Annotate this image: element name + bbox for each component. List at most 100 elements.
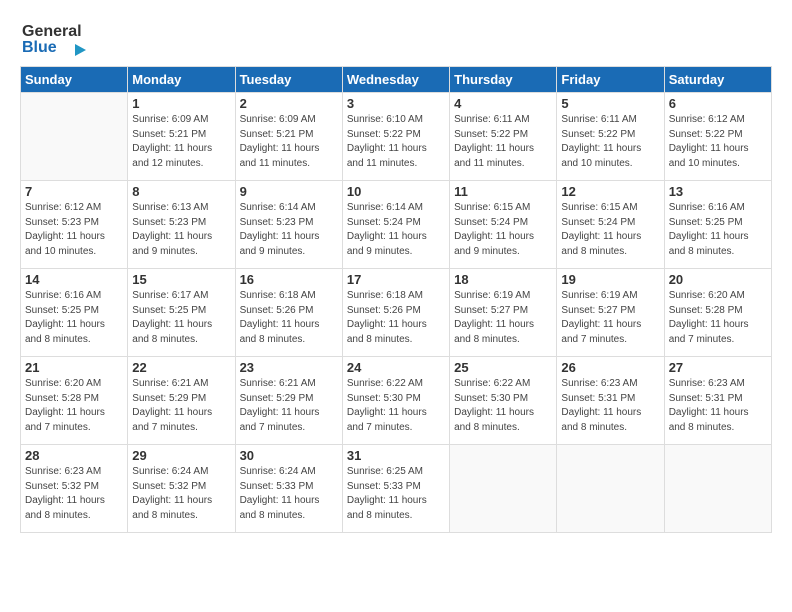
day-number: 29: [132, 448, 230, 463]
week-row-3: 14 Sunrise: 6:16 AMSunset: 5:25 PMDayligh…: [21, 269, 772, 357]
day-number: 18: [454, 272, 552, 287]
svg-text:Blue: Blue: [22, 39, 57, 56]
day-info: Sunrise: 6:11 AMSunset: 5:22 PMDaylight:…: [454, 113, 552, 171]
week-row-1: 1 Sunrise: 6:09 AMSunset: 5:21 PMDaylight…: [21, 93, 772, 181]
calendar-cell: 11Sunrise: 6:15 AMSunset: 5:24 PMDayligh…: [450, 181, 557, 269]
weekday-header-sunday: Sunday: [21, 67, 128, 93]
calendar-header: SundayMondayTuesdayWednesdayThursdayFrid…: [21, 67, 772, 93]
weekday-header-thursday: Thursday: [450, 67, 557, 93]
calendar-cell: 9 Sunrise: 6:14 AMSunset: 5:23 PMDaylight…: [235, 181, 342, 269]
day-info: Sunrise: 6:18 AMSunset: 5:26 PMDaylight:…: [240, 289, 338, 347]
day-info: Sunrise: 6:22 AMSunset: 5:30 PMDaylight:…: [454, 377, 552, 435]
logo: General Blue: [20, 16, 90, 58]
day-info: Sunrise: 6:23 AMSunset: 5:31 PMDaylight:…: [561, 377, 659, 435]
week-row-4: 21 Sunrise: 6:20 AMSunset: 5:28 PMDayligh…: [21, 357, 772, 445]
calendar-cell: 19 Sunrise: 6:19 AMSunset: 5:27 PMDayligh…: [557, 269, 664, 357]
calendar-cell: 18 Sunrise: 6:19 AMSunset: 5:27 PMDayligh…: [450, 269, 557, 357]
day-info: Sunrise: 6:17 AMSunset: 5:25 PMDaylight:…: [132, 289, 230, 347]
day-info: Sunrise: 6:19 AMSunset: 5:27 PMDaylight:…: [561, 289, 659, 347]
day-info: Sunrise: 6:18 AMSunset: 5:26 PMDaylight:…: [347, 289, 445, 347]
calendar-cell: 28Sunrise: 6:23 AMSunset: 5:32 PMDayligh…: [21, 445, 128, 533]
calendar-cell: 13 Sunrise: 6:16 AMSunset: 5:25 PMDayligh…: [664, 181, 771, 269]
calendar-cell: [664, 445, 771, 533]
day-number: 20: [669, 272, 767, 287]
day-info: Sunrise: 6:20 AMSunset: 5:28 PMDaylight:…: [25, 377, 123, 435]
day-number: 4: [454, 96, 552, 111]
page: General Blue SundayMondayTuesdayWednesda…: [0, 0, 792, 612]
day-number: 23: [240, 360, 338, 375]
weekday-header-wednesday: Wednesday: [342, 67, 449, 93]
day-info: Sunrise: 6:23 AMSunset: 5:31 PMDaylight:…: [669, 377, 767, 435]
header: General Blue: [20, 16, 772, 58]
day-number: 9: [240, 184, 338, 199]
day-number: 17: [347, 272, 445, 287]
day-number: 14: [25, 272, 123, 287]
day-number: 31: [347, 448, 445, 463]
calendar-cell: 15Sunrise: 6:17 AMSunset: 5:25 PMDayligh…: [128, 269, 235, 357]
calendar-cell: [21, 93, 128, 181]
weekday-header-saturday: Saturday: [664, 67, 771, 93]
calendar-cell: 31 Sunrise: 6:25 AMSunset: 5:33 PMDayligh…: [342, 445, 449, 533]
day-info: Sunrise: 6:10 AMSunset: 5:22 PMDaylight:…: [347, 113, 445, 171]
day-number: 10: [347, 184, 445, 199]
day-number: 27: [669, 360, 767, 375]
calendar-cell: 5Sunrise: 6:11 AMSunset: 5:22 PMDaylight…: [557, 93, 664, 181]
weekday-header-friday: Friday: [557, 67, 664, 93]
day-info: Sunrise: 6:19 AMSunset: 5:27 PMDaylight:…: [454, 289, 552, 347]
day-number: 25: [454, 360, 552, 375]
day-number: 24: [347, 360, 445, 375]
day-number: 13: [669, 184, 767, 199]
day-number: 16: [240, 272, 338, 287]
day-number: 8: [132, 184, 230, 199]
day-number: 30: [240, 448, 338, 463]
calendar-cell: 14 Sunrise: 6:16 AMSunset: 5:25 PMDayligh…: [21, 269, 128, 357]
day-info: Sunrise: 6:14 AMSunset: 5:23 PMDaylight:…: [240, 201, 338, 259]
day-number: 12: [561, 184, 659, 199]
calendar-cell: 27 Sunrise: 6:23 AMSunset: 5:31 PMDayligh…: [664, 357, 771, 445]
calendar-cell: 24Sunrise: 6:22 AMSunset: 5:30 PMDayligh…: [342, 357, 449, 445]
day-info: Sunrise: 6:09 AMSunset: 5:21 PMDaylight:…: [132, 113, 230, 171]
weekday-header-tuesday: Tuesday: [235, 67, 342, 93]
day-number: 3: [347, 96, 445, 111]
day-info: Sunrise: 6:16 AMSunset: 5:25 PMDaylight:…: [25, 289, 123, 347]
svg-text:General: General: [22, 23, 82, 40]
day-info: Sunrise: 6:12 AMSunset: 5:22 PMDaylight:…: [669, 113, 767, 171]
day-number: 6: [669, 96, 767, 111]
calendar-cell: 29 Sunrise: 6:24 AMSunset: 5:32 PMDayligh…: [128, 445, 235, 533]
calendar-cell: 1 Sunrise: 6:09 AMSunset: 5:21 PMDaylight…: [128, 93, 235, 181]
day-number: 28: [25, 448, 123, 463]
calendar-cell: 8 Sunrise: 6:13 AMSunset: 5:23 PMDaylight…: [128, 181, 235, 269]
logo-icon: General Blue: [20, 16, 90, 58]
day-info: Sunrise: 6:14 AMSunset: 5:24 PMDaylight:…: [347, 201, 445, 259]
day-number: 7: [25, 184, 123, 199]
calendar-table: SundayMondayTuesdayWednesdayThursdayFrid…: [20, 66, 772, 533]
day-number: 21: [25, 360, 123, 375]
calendar-cell: 23 Sunrise: 6:21 AMSunset: 5:29 PMDayligh…: [235, 357, 342, 445]
day-info: Sunrise: 6:25 AMSunset: 5:33 PMDaylight:…: [347, 465, 445, 523]
calendar-cell: [450, 445, 557, 533]
calendar-cell: 6 Sunrise: 6:12 AMSunset: 5:22 PMDaylight…: [664, 93, 771, 181]
calendar-cell: 25 Sunrise: 6:22 AMSunset: 5:30 PMDayligh…: [450, 357, 557, 445]
day-number: 19: [561, 272, 659, 287]
week-row-2: 7Sunrise: 6:12 AMSunset: 5:23 PMDaylight…: [21, 181, 772, 269]
day-info: Sunrise: 6:16 AMSunset: 5:25 PMDaylight:…: [669, 201, 767, 259]
day-info: Sunrise: 6:13 AMSunset: 5:23 PMDaylight:…: [132, 201, 230, 259]
day-number: 1: [132, 96, 230, 111]
day-info: Sunrise: 6:11 AMSunset: 5:22 PMDaylight:…: [561, 113, 659, 171]
calendar-cell: 30 Sunrise: 6:24 AMSunset: 5:33 PMDayligh…: [235, 445, 342, 533]
day-number: 2: [240, 96, 338, 111]
weekday-header-monday: Monday: [128, 67, 235, 93]
day-info: Sunrise: 6:15 AMSunset: 5:24 PMDaylight:…: [561, 201, 659, 259]
day-info: Sunrise: 6:24 AMSunset: 5:33 PMDaylight:…: [240, 465, 338, 523]
day-info: Sunrise: 6:24 AMSunset: 5:32 PMDaylight:…: [132, 465, 230, 523]
calendar-cell: 7Sunrise: 6:12 AMSunset: 5:23 PMDaylight…: [21, 181, 128, 269]
calendar-cell: 26Sunrise: 6:23 AMSunset: 5:31 PMDayligh…: [557, 357, 664, 445]
calendar-cell: 12 Sunrise: 6:15 AMSunset: 5:24 PMDayligh…: [557, 181, 664, 269]
day-info: Sunrise: 6:21 AMSunset: 5:29 PMDaylight:…: [240, 377, 338, 435]
day-info: Sunrise: 6:21 AMSunset: 5:29 PMDaylight:…: [132, 377, 230, 435]
weekday-row: SundayMondayTuesdayWednesdayThursdayFrid…: [21, 67, 772, 93]
day-info: Sunrise: 6:09 AMSunset: 5:21 PMDaylight:…: [240, 113, 338, 171]
day-info: Sunrise: 6:20 AMSunset: 5:28 PMDaylight:…: [669, 289, 767, 347]
calendar-cell: 10 Sunrise: 6:14 AMSunset: 5:24 PMDayligh…: [342, 181, 449, 269]
calendar-cell: 16 Sunrise: 6:18 AMSunset: 5:26 PMDayligh…: [235, 269, 342, 357]
